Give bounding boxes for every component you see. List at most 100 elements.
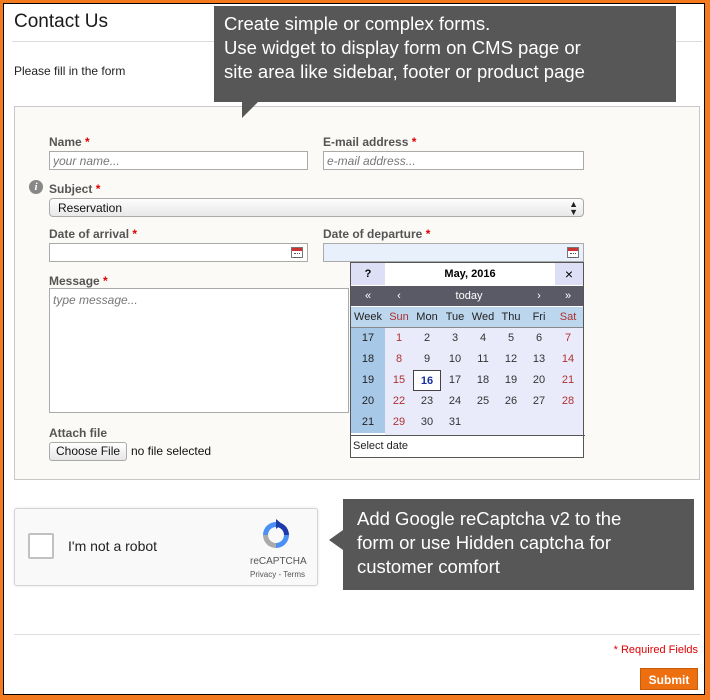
- calendar-nav: « ‹ today › »: [351, 286, 583, 306]
- select-arrows-icon: ▲ ▼: [569, 199, 578, 217]
- calendar-day[interactable]: 20: [525, 370, 553, 391]
- calendar-day[interactable]: 1: [385, 328, 413, 349]
- calendar-day[interactable]: 30: [413, 412, 441, 433]
- calendar-day[interactable]: 29: [385, 412, 413, 433]
- tooltip-line: Add Google reCaptcha v2 to the: [357, 508, 622, 529]
- calendar-day[interactable]: 14: [553, 349, 583, 370]
- day-header: Tue: [445, 311, 465, 323]
- next-year-button[interactable]: »: [553, 286, 583, 306]
- tooltip-line: Create simple or complex forms.: [224, 13, 491, 34]
- day-header: Fri: [532, 311, 546, 323]
- calendar-day[interactable]: 8: [385, 349, 413, 370]
- calendar-day[interactable]: 2: [413, 328, 441, 349]
- next-month-button[interactable]: ›: [525, 286, 553, 306]
- calendar-week-row: 17 1 2 3 4 5 6 7: [351, 328, 583, 349]
- no-file-text: no file selected: [131, 444, 212, 458]
- subject-label: Subject *: [49, 182, 101, 196]
- departure-input[interactable]: [323, 243, 584, 262]
- calendar-status: Select date: [351, 435, 585, 457]
- calendar-day[interactable]: 7: [553, 328, 583, 349]
- calendar-day[interactable]: 24: [441, 391, 469, 412]
- intro-text: Please fill in the form: [14, 64, 126, 78]
- calendar-day[interactable]: 13: [525, 349, 553, 370]
- day-header: Sat: [559, 311, 577, 323]
- calendar-day[interactable]: 5: [497, 328, 525, 349]
- day-header: Wed: [471, 311, 495, 323]
- day-header: Sun: [389, 311, 409, 323]
- calendar-day[interactable]: 18: [469, 370, 497, 391]
- week-number: 20: [351, 391, 385, 412]
- day-header: Thu: [501, 311, 521, 323]
- choose-file-button[interactable]: Choose File: [49, 442, 128, 461]
- calendar-week-row: 18 8 9 10 11 12 13 14: [351, 349, 583, 370]
- calendar-day[interactable]: 12: [497, 349, 525, 370]
- page-frame: Contact Us Please fill in the form Name …: [3, 3, 705, 695]
- calendar-day[interactable]: 4: [469, 328, 497, 349]
- calendar-day[interactable]: 10: [441, 349, 469, 370]
- recaptcha-logo-icon: [263, 519, 289, 548]
- calendar-help-button[interactable]: ?: [351, 263, 385, 285]
- captcha-tooltip: Add Google reCaptcha v2 to the form or u…: [329, 499, 694, 590]
- calendar-day[interactable]: 3: [441, 328, 469, 349]
- date-picker: ? May, 2016 × « ‹ today › » Week Sun Mon…: [350, 262, 585, 458]
- calendar-day[interactable]: 11: [469, 349, 497, 370]
- calendar-header: ? May, 2016 ×: [351, 263, 583, 285]
- week-number: 18: [351, 349, 385, 370]
- calendar-week-row: 21 29 30 31: [351, 412, 583, 433]
- calendar-day: [497, 412, 525, 433]
- arrival-label: Date of arrival *: [49, 227, 138, 241]
- name-label: Name *: [49, 135, 90, 149]
- message-label: Message *: [49, 274, 108, 288]
- calendar-day[interactable]: 31: [441, 412, 469, 433]
- email-input[interactable]: [323, 151, 584, 170]
- subject-select[interactable]: Reservation ▲ ▼: [49, 198, 584, 217]
- calendar-day[interactable]: 28: [553, 391, 583, 412]
- calendar-day[interactable]: 17: [441, 370, 469, 391]
- calendar-day[interactable]: 23: [413, 391, 441, 412]
- calendar-day[interactable]: 6: [525, 328, 553, 349]
- recaptcha-checkbox[interactable]: [28, 533, 54, 559]
- calendar-day[interactable]: 16: [413, 370, 441, 391]
- page-title: Contact Us: [14, 11, 108, 32]
- calendar-day[interactable]: 22: [385, 391, 413, 412]
- calendar-day: [469, 412, 497, 433]
- calendar-day[interactable]: 21: [553, 370, 583, 391]
- message-textarea[interactable]: type message...: [49, 288, 349, 413]
- calendar-day[interactable]: 27: [525, 391, 553, 412]
- calendar-day: [525, 412, 553, 433]
- calendar-close-button[interactable]: ×: [555, 263, 583, 285]
- tooltip-line: form or use Hidden captcha for: [357, 532, 611, 553]
- arrival-input[interactable]: [49, 243, 308, 262]
- tooltip-line: customer comfort: [357, 556, 500, 577]
- calendar-day-headers: Week Sun Mon Tue Wed Thu Fri Sat: [351, 307, 583, 328]
- recaptcha-widget: I'm not a robot reCAPTCHA Privacy - Term…: [14, 508, 318, 586]
- arrival-calendar-icon[interactable]: [291, 247, 303, 258]
- calendar-day[interactable]: 25: [469, 391, 497, 412]
- departure-calendar-icon[interactable]: [567, 247, 579, 258]
- calendar-week-row: 20 22 23 24 25 26 27 28: [351, 391, 583, 412]
- week-number: 19: [351, 370, 385, 391]
- terms-link[interactable]: Terms: [283, 570, 305, 579]
- info-icon[interactable]: i: [29, 180, 43, 194]
- required-fields-note: * Required Fields: [613, 644, 698, 656]
- tooltip-line: site area like sidebar, footer or produc…: [224, 61, 585, 82]
- day-header: Week: [354, 311, 382, 323]
- prev-month-button[interactable]: ‹: [385, 286, 413, 306]
- calendar-day[interactable]: 19: [497, 370, 525, 391]
- prev-year-button[interactable]: «: [351, 286, 385, 306]
- recaptcha-label: I'm not a robot: [68, 538, 158, 554]
- submit-button[interactable]: Submit: [640, 668, 698, 690]
- tooltip-line: Use widget to display form on CMS page o…: [224, 37, 581, 58]
- privacy-link[interactable]: Privacy: [250, 570, 276, 579]
- calendar-day[interactable]: 9: [413, 349, 441, 370]
- calendar-day[interactable]: 15: [385, 370, 413, 391]
- today-button[interactable]: today: [413, 286, 525, 306]
- name-input[interactable]: [49, 151, 308, 170]
- subject-value: Reservation: [58, 201, 123, 215]
- attach-label: Attach file: [49, 426, 108, 440]
- day-header: Mon: [416, 311, 438, 323]
- calendar-day: [553, 412, 583, 433]
- calendar-day[interactable]: 26: [497, 391, 525, 412]
- recaptcha-links: Privacy - Terms: [250, 570, 305, 579]
- departure-label: Date of departure *: [323, 227, 431, 241]
